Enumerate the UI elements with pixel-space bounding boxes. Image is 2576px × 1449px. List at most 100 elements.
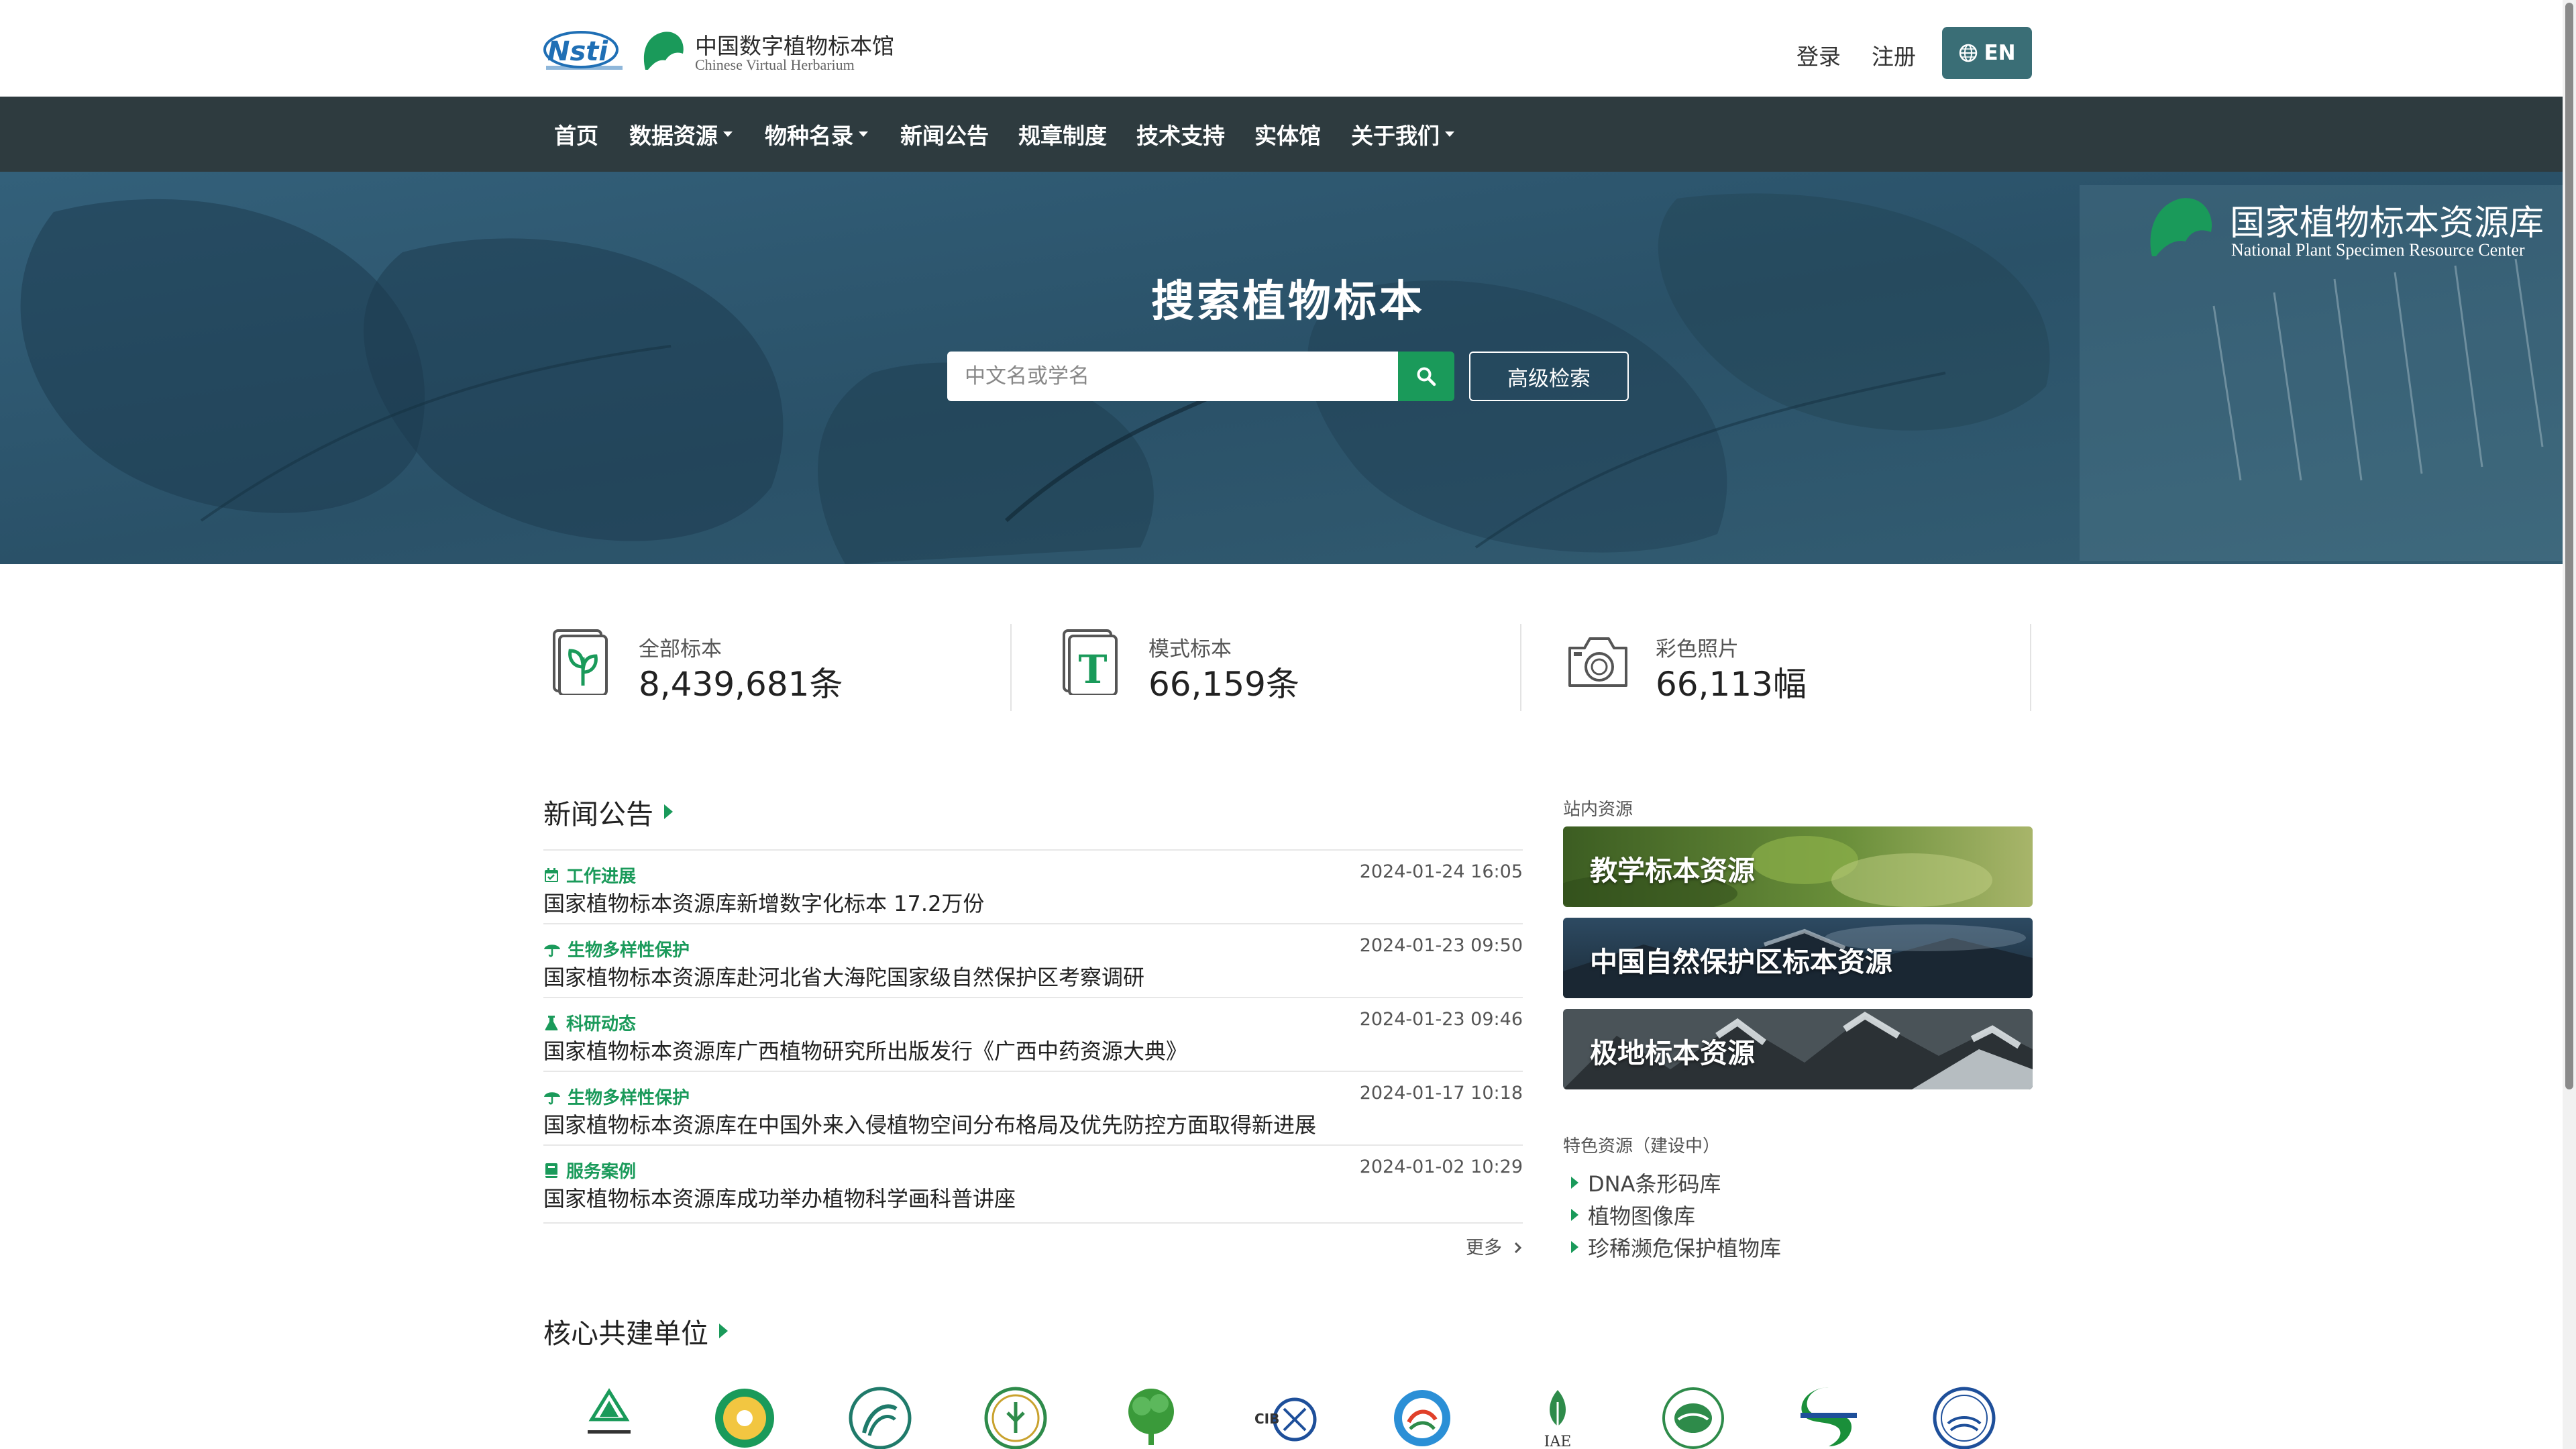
stat-all-specimens: 全部标本 8,439,681条 <box>549 624 951 711</box>
advanced-search-button[interactable]: 高级检索 <box>1469 352 1629 401</box>
news-category[interactable]: 科研动态 <box>543 1010 636 1035</box>
partner-logo-9[interactable] <box>1660 1382 1727 1449</box>
stat-divider <box>1520 624 1521 711</box>
site-subtitle: Chinese Virtual Herbarium <box>695 56 855 73</box>
nav-data-resources-label: 数据资源 <box>629 123 718 149</box>
news-item[interactable]: 服务案例 国家植物标本资源库成功举办植物科学画科普讲座 2024-01-02 1… <box>543 1144 1523 1218</box>
news-category-label: 科研动态 <box>566 1014 637 1034</box>
partner-logo-2[interactable] <box>711 1382 778 1449</box>
chevron-right-icon <box>1514 1242 1521 1254</box>
language-button[interactable]: EN <box>1942 27 2032 79</box>
news-title[interactable]: 国家植物标本资源库广西植物研究所出版发行《广西中药资源大典》 <box>543 1034 1187 1065</box>
news-title[interactable]: 国家植物标本资源库赴河北省大海陀国家级自然保护区考察调研 <box>543 961 1144 991</box>
partner-logo-11[interactable] <box>1931 1382 1998 1449</box>
chevron-down-icon <box>859 131 868 137</box>
search-button[interactable] <box>1398 352 1454 401</box>
caret-right-icon <box>1571 1241 1578 1253</box>
nav-news[interactable]: 新闻公告 <box>900 97 989 172</box>
caret-right-icon <box>664 804 673 819</box>
language-label: EN <box>1984 41 2016 65</box>
nav-home[interactable]: 首页 <box>554 97 598 172</box>
partner-logo-iae[interactable]: IAE <box>1524 1382 1591 1449</box>
partner-logo-cib[interactable]: CIB <box>1253 1382 1320 1449</box>
nav-physical-herbarium[interactable]: 实体馆 <box>1254 97 1321 172</box>
partner-logo-3[interactable] <box>847 1382 914 1449</box>
caret-right-icon <box>719 1324 728 1338</box>
center-title: 国家植物标本资源库 <box>2230 203 2544 244</box>
partner-logo-10[interactable] <box>1795 1382 1862 1449</box>
featured-plant-image-label: 植物图像库 <box>1588 1203 1696 1229</box>
flask-icon <box>545 1015 558 1030</box>
news-category[interactable]: 服务案例 <box>543 1158 636 1183</box>
umbrella-icon <box>544 1091 560 1104</box>
main-nav: 首页 数据资源 物种名录 新闻公告 规章制度 技术支持 实体馆 关于我们 <box>0 97 2576 172</box>
cvh-logo[interactable]: 中国数字植物标本馆 Chinese Virtual Herbarium <box>639 25 920 76</box>
news-category-label: 服务案例 <box>566 1162 637 1182</box>
news-section-title[interactable]: 新闻公告 <box>543 792 673 832</box>
nprc-logo: 国家植物标本资源库 National Plant Specimen Resour… <box>2144 192 2560 266</box>
partner-logo-5[interactable] <box>1118 1382 1185 1449</box>
partner-logo-7[interactable] <box>1389 1382 1456 1449</box>
stat-divider <box>1010 624 1012 711</box>
news-list: 工作进展 国家植物标本资源库新增数字化标本 17.2万份 2024-01-24 … <box>543 849 1523 1218</box>
nav-species-list[interactable]: 物种名录 <box>765 97 868 172</box>
nav-tech-support[interactable]: 技术支持 <box>1136 97 1225 172</box>
partners-section-title[interactable]: 核心共建单位 <box>543 1311 728 1351</box>
nsti-logo[interactable]: Nsti <box>543 27 625 74</box>
partner-logo-4[interactable] <box>982 1382 1049 1449</box>
hero-banner: 搜索植物标本 高级检索 国家植物标本资源库 National Plant Spe… <box>0 172 2576 564</box>
news-title[interactable]: 国家植物标本资源库成功举办植物科学画科普讲座 <box>543 1182 1016 1213</box>
stat-divider <box>2030 624 2031 711</box>
top-header: Nsti 中国数字植物标本馆 Chinese Virtual Herbarium… <box>0 0 2576 97</box>
news-item[interactable]: 生物多样性保护 国家植物标本资源库赴河北省大海陀国家级自然保护区考察调研 202… <box>543 923 1523 997</box>
news-more-link[interactable]: 更多 <box>1466 1233 1523 1259</box>
polar-specimen-card[interactable]: 极地标本资源 <box>1563 1009 2033 1089</box>
search-input[interactable] <box>947 352 1398 401</box>
news-item[interactable]: 科研动态 国家植物标本资源库广西植物研究所出版发行《广西中药资源大典》 2024… <box>543 997 1523 1071</box>
page-scrollbar-thumb[interactable] <box>2565 3 2573 1089</box>
news-date: 2024-01-02 10:29 <box>1359 1157 1523 1177</box>
nsti-logo-text: Nsti <box>547 36 608 67</box>
news-category[interactable]: 工作进展 <box>543 863 636 888</box>
caret-right-icon <box>1571 1177 1578 1189</box>
news-category-label: 生物多样性保护 <box>568 941 690 961</box>
nav-regulations[interactable]: 规章制度 <box>1018 97 1107 172</box>
news-more-label: 更多 <box>1466 1238 1502 1258</box>
partner-logo-1[interactable] <box>576 1382 643 1449</box>
news-category[interactable]: 生物多样性保护 <box>543 936 690 961</box>
news-category-label: 生物多样性保护 <box>568 1088 690 1108</box>
news-list-bottom-divider <box>543 1222 1523 1224</box>
news-date: 2024-01-17 10:18 <box>1359 1083 1523 1104</box>
login-link[interactable]: 登录 <box>1796 39 1841 71</box>
news-date: 2024-01-23 09:50 <box>1359 935 1523 956</box>
news-item[interactable]: 工作进展 国家植物标本资源库新增数字化标本 17.2万份 2024-01-24 … <box>543 849 1523 923</box>
news-title[interactable]: 国家植物标本资源库在中国外来入侵植物空间分布格局及优先防控方面取得新进展 <box>543 1108 1316 1139</box>
chevron-down-icon <box>723 131 733 137</box>
partner-logo-iae-text: IAE <box>1544 1434 1572 1449</box>
news-category[interactable]: 生物多样性保护 <box>543 1084 690 1109</box>
nav-data-resources[interactable]: 数据资源 <box>629 97 733 172</box>
chevron-down-icon <box>1445 131 1454 137</box>
news-title[interactable]: 国家植物标本资源库新增数字化标本 17.2万份 <box>543 887 984 918</box>
page-scrollbar-track[interactable] <box>2563 0 2576 1449</box>
type-specimen-icon: T <box>1063 629 1118 695</box>
news-item[interactable]: 生物多样性保护 国家植物标本资源库在中国外来入侵植物空间分布格局及优先防控方面取… <box>543 1071 1523 1144</box>
nav-about-us[interactable]: 关于我们 <box>1351 97 1454 172</box>
featured-dna-barcode-link[interactable]: DNA条形码库 <box>1571 1167 1721 1198</box>
featured-endangered-plant-link[interactable]: 珍稀濒危保护植物库 <box>1571 1232 1781 1263</box>
news-date: 2024-01-24 16:05 <box>1359 861 1523 882</box>
calendar-check-icon <box>545 867 558 882</box>
news-date: 2024-01-23 09:46 <box>1359 1009 1523 1030</box>
nav-species-list-label: 物种名录 <box>765 123 853 149</box>
featured-resources-label: 特色资源（建设中） <box>1563 1136 1721 1157</box>
nav-home-label: 首页 <box>554 123 598 149</box>
polar-specimen-label: 极地标本资源 <box>1590 1037 1755 1069</box>
featured-dna-barcode-label: DNA条形码库 <box>1588 1171 1721 1197</box>
register-link[interactable]: 注册 <box>1872 39 1916 71</box>
nav-physical-herbarium-label: 实体馆 <box>1254 123 1321 149</box>
camera-icon <box>1568 637 1627 687</box>
stat-all-specimens-value: 8,439,681条 <box>639 665 843 704</box>
nature-reserve-card[interactable]: 中国自然保护区标本资源 <box>1563 918 2033 998</box>
teaching-specimen-card[interactable]: 教学标本资源 <box>1563 826 2033 907</box>
featured-plant-image-link[interactable]: 植物图像库 <box>1571 1199 1695 1230</box>
